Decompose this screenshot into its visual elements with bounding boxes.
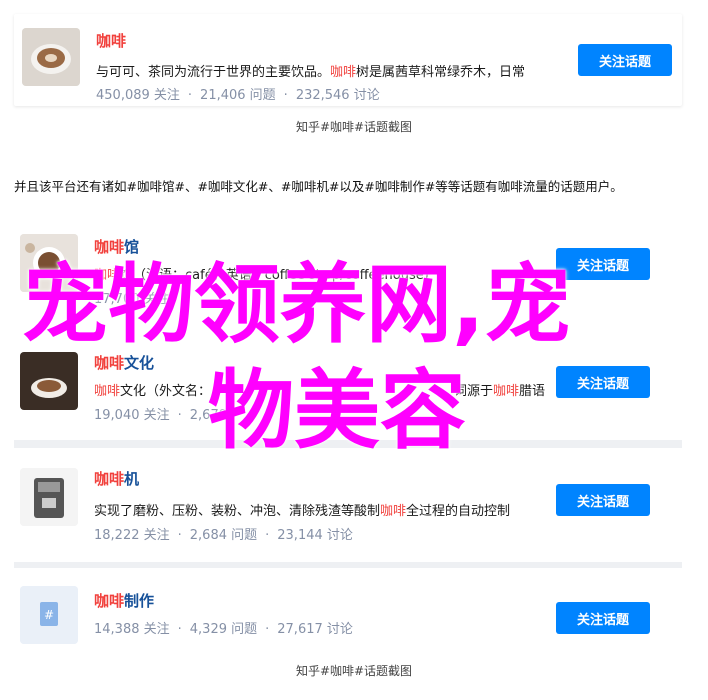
- topic-stats: 14,388 关注 · 4,329 问题 · 27,617 讨论: [94, 622, 353, 637]
- svg-text:#: #: [44, 608, 54, 622]
- topic-card-coffee: 咖啡 与可可、茶同为流行于世界的主要饮品。咖啡树是属茜草科常绿乔木，日常 450…: [14, 14, 682, 106]
- followers-count: 18,222 关注: [94, 528, 170, 543]
- coffee-culture-image: [20, 352, 78, 410]
- followers-count: 450,089 关注: [96, 88, 180, 103]
- divider: [14, 562, 682, 568]
- discussions-count: 27,617 讨论: [277, 622, 353, 637]
- follow-topic-button[interactable]: 关注话题: [556, 602, 650, 634]
- topic-description: 实现了磨粉、压粉、装粉、冲泡、清除残渣等酸制咖啡全过程的自动控制: [94, 504, 511, 519]
- image-caption: 知乎#咖啡#话题截图: [295, 664, 413, 678]
- topic-title[interactable]: 咖啡文化: [94, 352, 154, 373]
- topic-description: 咖啡文化（外文名：: [94, 384, 212, 399]
- questions-count: 2,684 问题: [189, 528, 258, 543]
- questions-count: 21,406 问题: [200, 88, 276, 103]
- topic-card-coffee-machine: 咖啡机 实现了磨粉、压粉、装粉、冲泡、清除残渣等酸制咖啡全过程的自动控制 18,…: [14, 458, 682, 548]
- discussions-count: 23,144 讨论: [277, 528, 353, 543]
- coffee-machine-image: [20, 468, 78, 526]
- overlay-title-line1: 宠物领养网,宠: [22, 255, 571, 355]
- topic-title[interactable]: 咖啡制作: [94, 590, 154, 611]
- topic-description-tail: 词源于咖啡腊语: [454, 384, 546, 399]
- follow-topic-button[interactable]: 关注话题: [578, 44, 672, 76]
- follow-topic-button[interactable]: 关注话题: [556, 484, 650, 516]
- image-caption: 知乎#咖啡#话题截图: [295, 120, 413, 134]
- followers-count: 14,388 关注: [94, 622, 170, 637]
- topic-title[interactable]: 咖啡机: [94, 468, 139, 489]
- intro-paragraph: 并且该平台还有诸如#咖啡馆#、#咖啡文化#、#咖啡机#以及#咖啡制作#等等话题有…: [14, 179, 623, 194]
- topic-stats: 18,222 关注 · 2,684 问题 · 23,144 讨论: [94, 528, 353, 543]
- discussions-count: 232,546 讨论: [295, 88, 380, 103]
- topic-stats: 450,089 关注 · 21,406 问题 · 232,546 讨论: [96, 88, 380, 103]
- topic-title[interactable]: 咖啡: [96, 30, 126, 51]
- overlay-title-line2: 物美容: [208, 361, 466, 461]
- coffee-cup-image: [22, 28, 80, 86]
- follow-topic-button[interactable]: 关注话题: [556, 366, 650, 398]
- topic-description: 与可可、茶同为流行于世界的主要饮品。咖啡树是属茜草科常绿乔木，日常: [96, 65, 526, 80]
- topic-placeholder-image: #: [20, 586, 78, 644]
- topic-title[interactable]: 咖啡馆: [94, 236, 139, 257]
- topic-card-coffee-making: # 咖啡制作 14,388 关注 · 4,329 问题 · 27,617 讨论 关注话题: [14, 576, 682, 650]
- followers-count: 19,040 关注: [94, 408, 170, 423]
- questions-count: 4,329 问题: [189, 622, 258, 637]
